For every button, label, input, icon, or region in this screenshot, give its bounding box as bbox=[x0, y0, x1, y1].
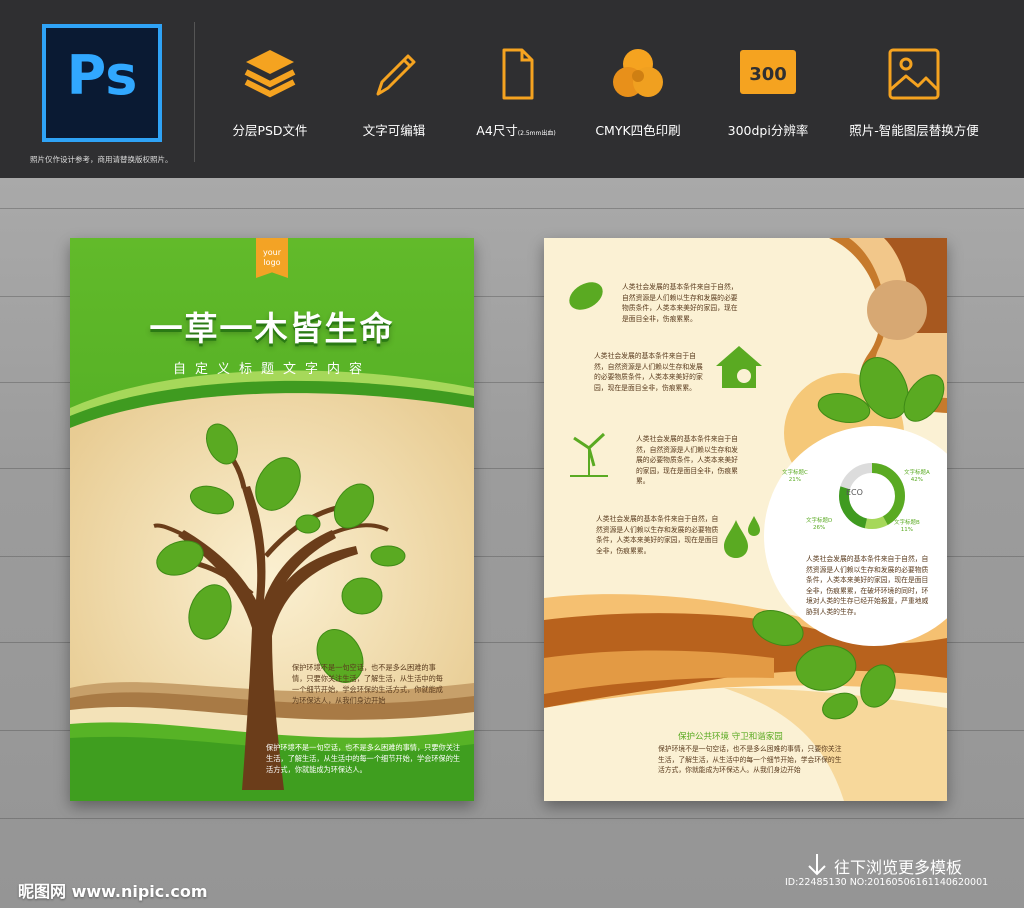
poster-back-text: 人类社会发展的基本条件来自于自然，自然资源是人们赖以生存和发展的必要物质条件，人… bbox=[806, 555, 929, 616]
poster-slogan: 保护公共环境 守卫和谐家园 bbox=[678, 732, 783, 742]
poster-subtitle: 自定义标题文字内容 bbox=[172, 362, 371, 377]
eco-label: ECO bbox=[846, 488, 863, 497]
pencil-icon bbox=[376, 54, 416, 96]
cmyk-circles-icon bbox=[613, 49, 663, 97]
poster-back-text: 人类社会发展的基本条件来自于自然，自然资源是人们赖以生存和发展的必要物质条件，人… bbox=[622, 283, 738, 323]
donut-label: 文字标题A 42% bbox=[904, 470, 930, 483]
copyright-note: 照片仅作设计参考，商用请替换版权照片。 bbox=[30, 155, 173, 164]
feature-layers: 分层PSD文件 bbox=[200, 44, 340, 139]
site-watermark: 昵图网 www.nipic.com bbox=[18, 882, 208, 901]
poster-title: 一草一木皆生命 bbox=[149, 309, 395, 348]
poster-back-text: 保护环境不是一句空话，也不是多么困难的事情，只要你关注生活，了解生活，从生活中的… bbox=[658, 745, 842, 774]
logo-placeholder: your logo bbox=[256, 238, 288, 278]
feature-photo: 照片-智能图层替换方便 bbox=[844, 44, 984, 139]
poster-paragraph: 保护环境不是一句空话，也不是多么困难的事情，只要你关注生活，了解生活，从生活中的… bbox=[292, 663, 443, 705]
poster-back-text: 人类社会发展的基本条件来自于自然，自然资源是人们赖以生存和发展的必要物质条件，人… bbox=[636, 435, 738, 485]
browse-more-link[interactable]: 往下浏览更多模板 bbox=[834, 854, 962, 878]
feature-editable-text: 文字可编辑 bbox=[324, 44, 464, 139]
feature-bar: Ps 照片仅作设计参考，商用请替换版权照片。 分层PSD文件 文字可编辑 A4尺… bbox=[0, 0, 1024, 178]
poster-back-text: 人类社会发展的基本条件来自于自然，自然资源是人们赖以生存和发展的必要物质条件，人… bbox=[596, 515, 719, 555]
layers-icon bbox=[244, 50, 296, 98]
poster-paragraph: 保护环境不是一句空话，也不是多么困难的事情，只要你关注生活，了解生活，从生活中的… bbox=[266, 743, 461, 774]
arrow-down-icon bbox=[808, 854, 826, 876]
donut-label: 文字标题B 11% bbox=[894, 520, 920, 533]
feature-label: 文字可编辑 bbox=[362, 123, 426, 138]
feature-cmyk: CMYK四色印刷 bbox=[568, 44, 708, 139]
image-id: ID:22485130 NO:20160506161140620001 bbox=[785, 877, 989, 888]
page-icon bbox=[502, 48, 534, 100]
poster-back: 人类社会发展的基本条件来自于自然，自然资源是人们赖以生存和发展的必要物质条件，人… bbox=[544, 238, 947, 801]
poster-front: your logo 一草一木皆生命 自定义标题文字内容 保护环境不是一句空话，也不… bbox=[70, 238, 474, 801]
poster-back-text: 人类社会发展的基本条件来自于自然，自然资源是人们赖以生存和发展的必要物质条件，人… bbox=[594, 352, 703, 392]
dpi-badge-text: 300 bbox=[749, 64, 787, 85]
feature-label: CMYK四色印刷 bbox=[595, 123, 681, 138]
feature-label: A4尺寸(2.5mm出血) bbox=[476, 123, 556, 138]
logo-text: your logo bbox=[263, 248, 281, 267]
dpi-badge-icon: 300 bbox=[740, 50, 796, 94]
feature-a4-size: A4尺寸(2.5mm出血) bbox=[446, 44, 586, 139]
feature-label: 照片-智能图层替换方便 bbox=[849, 123, 979, 138]
donut-label: 文字标题D 26% bbox=[806, 518, 833, 531]
ps-logo-text: Ps bbox=[66, 44, 138, 107]
photo-icon bbox=[888, 48, 940, 100]
feature-label: 分层PSD文件 bbox=[232, 123, 308, 138]
feature-dpi: 300 300dpi分辨率 bbox=[698, 44, 838, 139]
donut-label: 文字标题C 21% bbox=[782, 470, 808, 483]
feature-label: 300dpi分辨率 bbox=[727, 123, 809, 138]
photoshop-logo-icon: Ps bbox=[42, 24, 162, 142]
divider bbox=[194, 22, 195, 162]
